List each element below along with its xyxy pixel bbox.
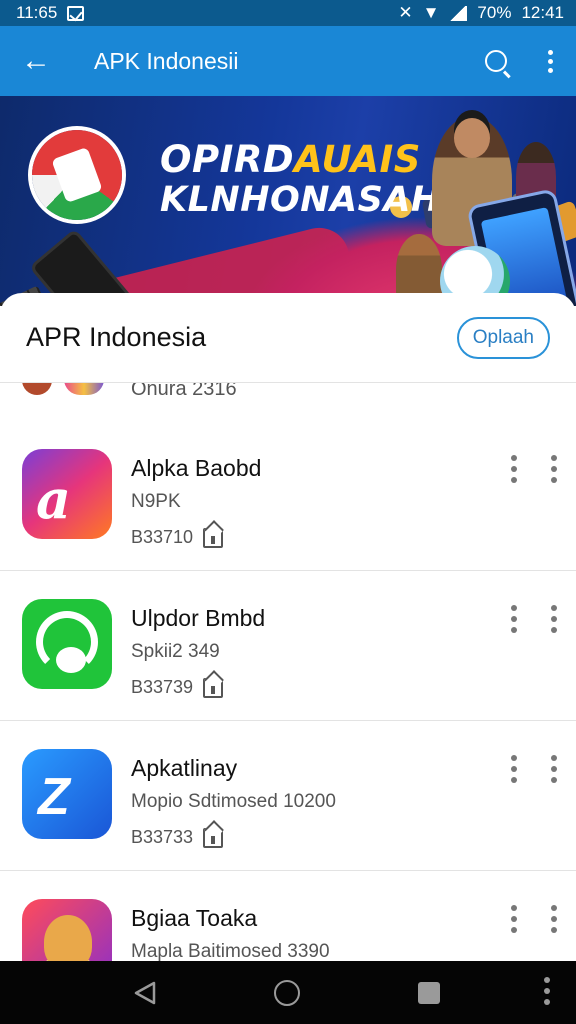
nav-menu-icon[interactable] bbox=[540, 977, 554, 1009]
app-meta-text: B33710 bbox=[131, 527, 194, 547]
screen: 11:65 ✕ ▼ 70% 12:41 ← APK Indonesii OPIR… bbox=[0, 0, 576, 1024]
app-icon-mascot bbox=[22, 899, 112, 961]
item-menu-button[interactable] bbox=[508, 605, 560, 641]
list-item[interactable]: Bgiaa Toaka Mapla Baitimosed 3390 bbox=[0, 871, 576, 961]
more-vert-icon bbox=[548, 755, 560, 791]
app-title: APK Indonesii bbox=[94, 47, 239, 74]
app-icon-headset bbox=[22, 599, 112, 689]
item-menu-button[interactable] bbox=[508, 455, 560, 491]
app-bar: ← APK Indonesii bbox=[0, 26, 576, 96]
app-meta-text: B33733 bbox=[131, 827, 194, 847]
status-time: 11:65 bbox=[16, 3, 58, 22]
app-meta: B33733 bbox=[131, 827, 224, 848]
nav-home-icon[interactable] bbox=[274, 980, 300, 1006]
app-icon-bolt: Z bbox=[22, 749, 112, 839]
search-button[interactable] bbox=[468, 26, 524, 96]
promo-banner[interactable]: OPIRDAUAIS KLNHONASAH bbox=[0, 96, 576, 306]
search-icon bbox=[485, 50, 507, 72]
status-clock: 12:41 bbox=[521, 3, 564, 22]
more-vert-icon bbox=[508, 905, 520, 941]
more-vert-icon bbox=[548, 455, 560, 491]
wifi-icon: ▼ bbox=[422, 3, 440, 22]
sheet-header: APR Indonesia Oplaah bbox=[0, 293, 576, 383]
battery-level: 70% bbox=[477, 3, 512, 22]
notification-check-icon bbox=[67, 5, 85, 21]
arrow-left-icon: ← bbox=[21, 44, 51, 77]
home-icon bbox=[203, 677, 224, 698]
headline-line-2: KLNHONASAH bbox=[160, 180, 441, 220]
app-subtitle: N9PK bbox=[131, 491, 181, 512]
app-meta-text: B33739 bbox=[131, 677, 194, 697]
nav-back-icon[interactable] bbox=[132, 980, 158, 1006]
app-subtitle: Mopio Sdtimosed 10200 bbox=[131, 791, 336, 812]
app-subtitle: Mapla Baitimosed 3390 bbox=[131, 941, 330, 961]
banner-headline: OPIRDAUAIS KLNHONASAH bbox=[160, 138, 441, 221]
headline-white: OPIRD bbox=[160, 138, 295, 181]
home-icon bbox=[203, 827, 224, 848]
app-icon-a: a bbox=[22, 449, 112, 539]
list-item-partial[interactable]: Onura 2316 bbox=[0, 383, 576, 405]
sheet-title: APR Indonesia bbox=[26, 322, 207, 352]
app-name: Bgiaa Toaka bbox=[131, 905, 258, 931]
app-list: a Alpka Baobd N9PK B33710 Ulpdor Bmbd Sp… bbox=[0, 421, 576, 961]
more-vert-icon bbox=[508, 605, 520, 641]
navigation-bar bbox=[0, 961, 576, 1024]
app-name: Apkatlinay bbox=[131, 755, 238, 781]
status-bar: 11:65 ✕ ▼ 70% 12:41 bbox=[0, 0, 576, 26]
open-button[interactable]: Oplaah bbox=[456, 316, 550, 359]
item-menu-button[interactable] bbox=[508, 755, 560, 791]
app-subtitle: Spkii2 349 bbox=[131, 641, 220, 662]
more-vert-icon bbox=[548, 905, 560, 941]
banner-logo-icon bbox=[32, 130, 122, 220]
app-meta: B33739 bbox=[131, 677, 224, 698]
app-list-sheet: APR Indonesia Oplaah Onura 2316 a Alpka … bbox=[0, 293, 576, 961]
home-icon bbox=[203, 527, 224, 548]
back-button[interactable]: ← bbox=[0, 26, 72, 96]
more-vert-icon bbox=[508, 455, 520, 491]
list-item[interactable]: Z Apkatlinay Mopio Sdtimosed 10200 B3373… bbox=[0, 721, 576, 871]
app-subtitle: Onura 2316 bbox=[131, 383, 237, 400]
more-vert-icon[interactable] bbox=[524, 26, 576, 96]
more-vert-icon bbox=[548, 605, 560, 641]
app-icon bbox=[64, 383, 104, 395]
app-name: Ulpdor Bmbd bbox=[131, 605, 266, 631]
nav-recents-icon[interactable] bbox=[418, 982, 440, 1004]
status-left: 11:65 bbox=[16, 3, 85, 23]
more-vert-icon bbox=[508, 755, 520, 791]
status-right: ✕ ▼ 70% 12:41 bbox=[398, 3, 564, 23]
item-menu-button[interactable] bbox=[508, 905, 560, 941]
list-item[interactable]: Ulpdor Bmbd Spkii2 349 B33739 bbox=[0, 571, 576, 721]
signal-icon bbox=[449, 5, 468, 21]
app-meta: B33710 bbox=[131, 527, 224, 548]
app-name: Alpka Baobd bbox=[131, 455, 262, 481]
headline-yellow: AUAIS bbox=[294, 138, 421, 181]
list-item[interactable]: a Alpka Baobd N9PK B33710 bbox=[0, 421, 576, 571]
mute-icon: ✕ bbox=[398, 3, 413, 22]
app-icon bbox=[22, 383, 52, 395]
